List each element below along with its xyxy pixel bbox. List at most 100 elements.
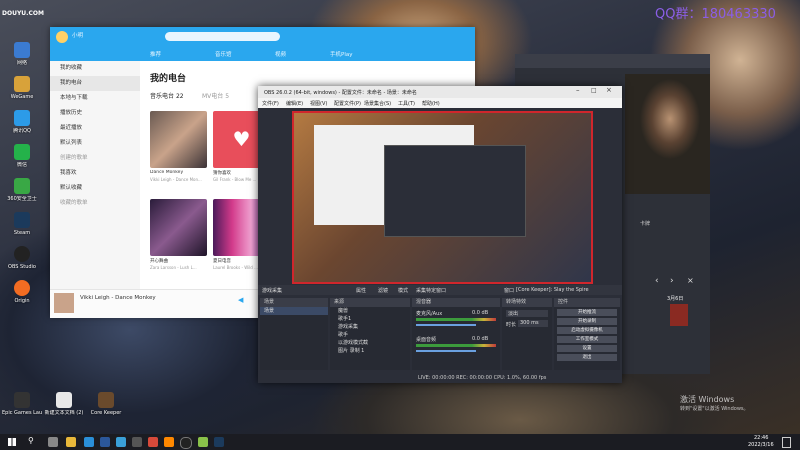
desktop-icon-origin[interactable]: Origin xyxy=(2,280,42,314)
source-item[interactable]: 歌手1 xyxy=(330,315,410,323)
desktop-icon-textfile[interactable]: 新建文本文档 (2) xyxy=(44,392,84,426)
game-thumbnail[interactable] xyxy=(670,304,688,326)
playlist-item[interactable]: 默认收藏 xyxy=(50,181,140,196)
tab-music-radio[interactable]: 音乐电台 22 xyxy=(150,91,184,100)
source-item[interactable]: 图片 录制 1 xyxy=(330,347,410,355)
menu-edit[interactable]: 编辑(E) xyxy=(286,100,303,107)
maximize-icon[interactable]: □ xyxy=(591,87,597,94)
radio-card-sub: Zara Larsson - Lush L... xyxy=(150,265,197,270)
album-art[interactable] xyxy=(54,293,74,313)
transition-select[interactable]: 淡出 xyxy=(506,310,548,317)
scenes-header: 场景 xyxy=(260,298,328,307)
search-input[interactable] xyxy=(165,32,280,41)
volume-slider[interactable] xyxy=(416,324,476,326)
desktop-icon-epic[interactable]: Epic Games Launcher xyxy=(2,392,42,426)
radio-card-sub: Vikki Leigh - Dance Mon... xyxy=(150,177,202,182)
mode-label: 模式 xyxy=(398,288,409,294)
clock-time[interactable]: 22:46 xyxy=(754,435,768,441)
notification-icon[interactable] xyxy=(782,437,791,448)
duration-input[interactable]: 300 ms xyxy=(518,320,548,327)
activate-windows-title: 激活 Windows xyxy=(680,395,735,404)
close-icon[interactable]: × xyxy=(687,276,694,285)
menu-view[interactable]: 视图(V) xyxy=(310,100,327,107)
filters-button[interactable]: 滤镜 xyxy=(378,287,388,294)
sidebar-item-local[interactable]: 本地与下载 xyxy=(50,91,140,106)
tab-mv-radio[interactable]: MV电台 5 xyxy=(202,91,229,100)
taskbar-app-icon[interactable] xyxy=(148,437,158,447)
studio-mode-button[interactable]: 工作室模式 xyxy=(557,336,617,343)
nav-tab-1[interactable]: 音乐馆 xyxy=(215,50,232,58)
shield-icon xyxy=(14,178,30,194)
mode-select[interactable]: 采集特定窗口 xyxy=(416,287,446,294)
obs-preview-canvas[interactable] xyxy=(292,111,593,284)
start-recording-button[interactable]: 开始录制 xyxy=(557,318,617,325)
exit-button[interactable]: 退出 xyxy=(557,354,617,361)
radio-card-cover[interactable] xyxy=(150,199,207,256)
minimize-icon[interactable]: – xyxy=(576,86,580,94)
desktop-icon-network[interactable]: 网络 xyxy=(2,42,42,76)
close-icon[interactable]: × xyxy=(606,86,612,94)
sidebar-item-radio[interactable]: 我的电台 xyxy=(50,76,140,91)
mixer-channel-db: 0.0 dB xyxy=(472,336,489,342)
virtual-camera-button[interactable]: 启动虚拟摄像机 xyxy=(557,327,617,334)
sidebar-item-recent[interactable]: 最近播放 xyxy=(50,121,140,136)
sources-header: 来源 xyxy=(330,298,410,307)
radio-card-cover[interactable] xyxy=(150,111,207,168)
task-view-icon[interactable] xyxy=(48,437,58,447)
taskbar-app-icon[interactable] xyxy=(164,437,174,447)
search-icon[interactable]: ⚲ xyxy=(28,436,34,445)
scene-item[interactable]: 场景 xyxy=(260,307,328,315)
chevron-left-icon[interactable]: ‹ xyxy=(655,276,659,286)
desktop-icon-core-keeper[interactable]: Core Keeper xyxy=(86,392,126,426)
user-name: 小明 xyxy=(72,33,84,39)
nav-tab-0[interactable]: 推荐 xyxy=(150,50,161,58)
window-select[interactable]: [Core Keeper]: Slay the Spire xyxy=(516,287,589,293)
sidebar-item-history[interactable]: 播放历史 xyxy=(50,106,140,121)
menu-scene-collection[interactable]: 场景集合(S) xyxy=(364,100,391,107)
desktop-icon-obs[interactable]: OBS Studio xyxy=(2,246,42,280)
avatar[interactable] xyxy=(56,31,68,43)
prev-icon[interactable]: ◀ xyxy=(238,296,243,304)
menu-profile[interactable]: 配置文件(P) xyxy=(334,100,361,107)
obs-taskbar-icon[interactable] xyxy=(180,437,192,449)
chevron-right-icon[interactable]: › xyxy=(670,276,674,286)
source-item[interactable]: 魔兽 xyxy=(330,307,410,315)
douyu-logo: DOUYU.COM xyxy=(2,10,44,17)
sidebar-item-default[interactable]: 默认列表 xyxy=(50,136,140,151)
properties-button[interactable]: 属性 xyxy=(356,287,366,294)
mixer-channel-db: 0.0 dB xyxy=(472,310,489,316)
start-streaming-button[interactable]: 开始推流 xyxy=(557,309,617,316)
volume-meter xyxy=(416,318,496,321)
desktop-icon-360[interactable]: 360安全卫士 xyxy=(2,178,42,212)
taskbar-app-icon[interactable] xyxy=(132,437,142,447)
desktop-icon-steam[interactable]: Steam xyxy=(2,212,42,246)
source-item[interactable]: 游戏采集 xyxy=(330,323,410,331)
taskbar-app-icon[interactable] xyxy=(198,437,208,447)
desktop-icon-wechat[interactable]: 微信 xyxy=(2,144,42,178)
playlist-item[interactable]: 我喜欢 xyxy=(50,166,140,181)
origin-icon xyxy=(14,280,30,296)
sidebar-item-favorites[interactable]: 我的收藏 xyxy=(50,61,140,76)
edge-icon[interactable] xyxy=(84,437,94,447)
activate-windows-sub: 转到"设置"以激活 Windows。 xyxy=(680,406,749,412)
windows-start-icon[interactable] xyxy=(8,438,16,446)
menu-help[interactable]: 帮助(H) xyxy=(422,100,440,107)
clock-date[interactable]: 2022/3/16 xyxy=(748,442,774,448)
settings-button[interactable]: 设置 xyxy=(557,345,617,352)
status-text: LIVE: 00:00:00 REC: 00:00:00 CPU: 1.0%, … xyxy=(418,375,547,381)
nav-tab-2[interactable]: 视频 xyxy=(275,50,286,58)
desktop-icon-qq[interactable]: 腾讯QQ xyxy=(2,110,42,144)
menu-tools[interactable]: 工具(T) xyxy=(398,100,415,107)
wechat-icon xyxy=(14,144,30,160)
word-icon[interactable] xyxy=(100,437,110,447)
desktop-icon-wegame[interactable]: WeGame xyxy=(2,76,42,110)
source-item[interactable]: 歌手 xyxy=(330,331,410,339)
source-item[interactable]: 以游戏模式截 xyxy=(330,339,410,347)
menu-file[interactable]: 文件(F) xyxy=(262,100,279,107)
file-explorer-icon[interactable] xyxy=(66,437,76,447)
taskbar-app-icon[interactable] xyxy=(116,437,126,447)
steam-taskbar-icon[interactable] xyxy=(214,437,224,447)
obs-icon xyxy=(14,246,30,262)
nav-tab-3[interactable]: 手机Play xyxy=(330,50,352,58)
volume-slider[interactable] xyxy=(416,350,476,352)
